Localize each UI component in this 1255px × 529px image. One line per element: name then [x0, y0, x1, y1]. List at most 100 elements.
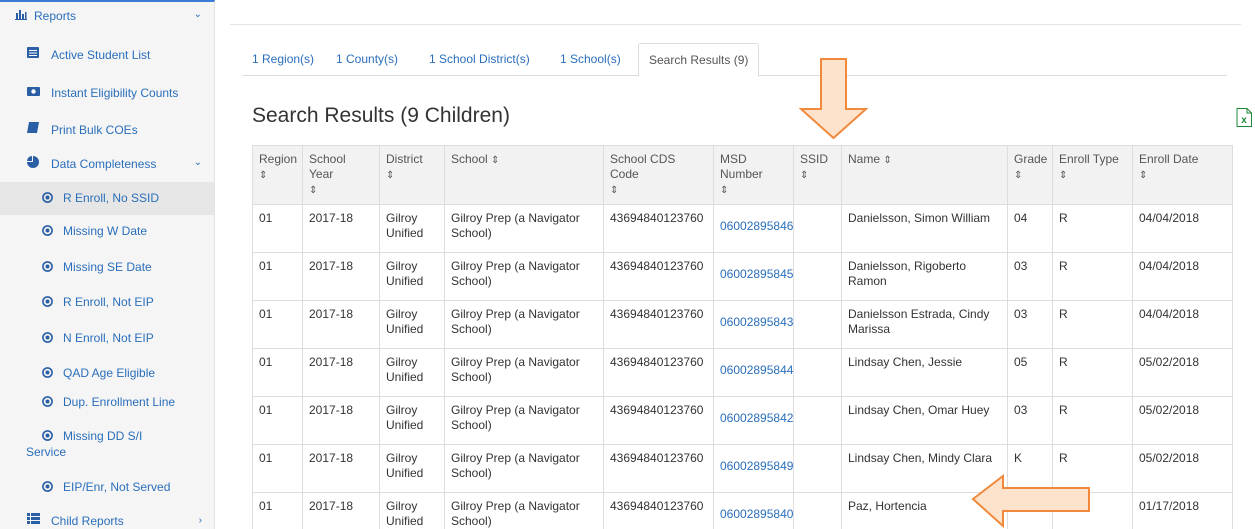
- column-header[interactable]: Region ⇕: [252, 145, 303, 205]
- tab-school-district[interactable]: 1 School District(s): [419, 43, 540, 76]
- sidebar-item-missing-se-date[interactable]: Missing SE Date: [0, 258, 214, 280]
- cell-type: R: [1052, 396, 1133, 445]
- chevron-down-icon: ⌄: [193, 157, 202, 168]
- cell-district: Gilroy Unified: [379, 348, 445, 397]
- cell-cds: 43694840123760: [603, 300, 714, 349]
- sidebar-item-label: Print Bulk COEs: [51, 123, 138, 137]
- excel-export-icon[interactable]: x: [1236, 108, 1252, 127]
- tab-search-results[interactable]: Search Results (9): [638, 43, 760, 77]
- radio-icon: [40, 225, 54, 241]
- column-header-label: Grade: [1014, 152, 1048, 166]
- msd-number-link[interactable]: 06002895849: [720, 459, 793, 473]
- cell-ssid: [793, 300, 842, 349]
- list-icon: [26, 47, 40, 63]
- table-row: 01 2017-18 Gilroy Unified Gilroy Prep (a Na…: [252, 204, 1233, 253]
- cell-grade: 03: [1007, 396, 1053, 445]
- cell-district: Gilroy Unified: [379, 396, 445, 445]
- msd-number-link[interactable]: 06002895842: [720, 411, 793, 425]
- cell-school: Gilroy Prep (a Navigator School): [444, 444, 604, 493]
- svg-text:x: x: [1241, 115, 1247, 126]
- cell-year: 2017-18: [302, 300, 380, 349]
- cell-cds: 43694840123760: [603, 396, 714, 445]
- tab-county[interactable]: 1 County(s): [326, 43, 408, 76]
- cell-name: Danielsson, Rigoberto Ramon: [841, 252, 1008, 301]
- cell-region: 01: [252, 204, 303, 253]
- column-header-label: SSID: [800, 152, 829, 166]
- column-header-label: School: [309, 152, 346, 166]
- column-header[interactable]: Enroll Date ⇕: [1132, 145, 1233, 205]
- results-table: Region ⇕ School Year ⇕ District ⇕ School ⇕ Schoo…: [252, 145, 1233, 529]
- tab-region[interactable]: 1 Region(s): [242, 43, 324, 76]
- sidebar-item-r-enroll-no-ssid[interactable]: R Enroll, No SSID: [0, 182, 214, 215]
- cell-cds: 43694840123760: [603, 492, 714, 529]
- sidebar-item-label: Active Student List: [51, 48, 151, 62]
- sort-icon[interactable]: ⇕: [610, 185, 618, 196]
- sidebar-item-qad-age-eligible[interactable]: QAD Age Eligible: [0, 364, 214, 386]
- cell-region: 01: [252, 396, 303, 445]
- cell-cds: 43694840123760: [603, 348, 714, 397]
- sort-icon[interactable]: ⇕: [883, 155, 891, 166]
- column-header[interactable]: MSD Number ⇕: [713, 145, 794, 205]
- sidebar-item-active-student-list[interactable]: Active Student List: [0, 45, 214, 67]
- cell-region: 01: [252, 300, 303, 349]
- sidebar-item-missing-w-date[interactable]: Missing W Date: [0, 222, 214, 244]
- column-header[interactable]: Grade ⇕: [1007, 145, 1053, 205]
- sidebar-item-label: Child Reports: [51, 514, 124, 528]
- sidebar-item-label: QAD Age Eligible: [63, 366, 156, 380]
- cell-ssid: [793, 348, 842, 397]
- sort-icon[interactable]: ⇕: [800, 170, 808, 181]
- column-header-label: Number: [720, 167, 763, 181]
- sort-icon[interactable]: ⇕: [491, 155, 499, 166]
- radio-icon: [40, 296, 54, 312]
- sort-icon[interactable]: ⇕: [309, 185, 317, 196]
- table-row: 01 2017-18 Gilroy Unified Gilroy Prep (a Na…: [252, 252, 1233, 301]
- sidebar-item-label: R Enroll, No SSID: [63, 191, 160, 205]
- column-header[interactable]: School CDS Code ⇕: [603, 145, 714, 205]
- cell-date: 04/04/2018: [1132, 252, 1233, 301]
- sidebar-item-r-enroll-not-eip[interactable]: R Enroll, Not EIP: [0, 293, 214, 315]
- cell-ssid: [793, 204, 842, 253]
- cell-ssid: [793, 252, 842, 301]
- msd-number-link[interactable]: 06002895844: [720, 363, 793, 377]
- msd-number-link[interactable]: 06002895845: [720, 267, 793, 281]
- sidebar-item-eip-enr-not-served[interactable]: EIP/Enr, Not Served: [0, 478, 214, 500]
- arrow-down-annotation: [799, 58, 869, 140]
- sort-icon[interactable]: ⇕: [1014, 170, 1022, 181]
- column-header[interactable]: School ⇕: [444, 145, 604, 205]
- sidebar-item-missing-dd-si-service[interactable]: Missing DD S/I Service: [0, 427, 214, 463]
- msd-number-link[interactable]: 06002895840: [720, 507, 793, 521]
- sidebar-item-print-bulk-coes[interactable]: Print Bulk COEs: [0, 119, 214, 141]
- arrow-left-annotation: [971, 474, 1090, 529]
- column-header[interactable]: SSID ⇕: [793, 145, 842, 205]
- table-row: 01 2017-18 Gilroy Unified Gilroy Prep (a Na…: [252, 348, 1233, 397]
- sort-icon[interactable]: ⇕: [1139, 170, 1147, 181]
- cell-date: 05/02/2018: [1132, 348, 1233, 397]
- column-header-label: Enroll Type: [1059, 152, 1119, 166]
- sidebar-item-instant-eligibility-counts[interactable]: Instant Eligibility Counts: [0, 83, 214, 105]
- cell-school: Gilroy Prep (a Navigator School): [444, 300, 604, 349]
- column-header[interactable]: Name ⇕: [841, 145, 1008, 205]
- column-header[interactable]: School Year ⇕: [302, 145, 380, 205]
- msd-number-link[interactable]: 06002895846: [720, 219, 793, 233]
- cell-grade: 03: [1007, 252, 1053, 301]
- cell-msd: 06002895849: [713, 444, 794, 493]
- column-header[interactable]: Enroll Type ⇕: [1052, 145, 1133, 205]
- column-header[interactable]: District ⇕: [379, 145, 445, 205]
- sort-icon[interactable]: ⇕: [1059, 170, 1067, 181]
- sort-icon[interactable]: ⇕: [259, 170, 267, 181]
- cell-type: R: [1052, 348, 1133, 397]
- cell-school: Gilroy Prep (a Navigator School): [444, 252, 604, 301]
- sort-icon[interactable]: ⇕: [386, 170, 394, 181]
- tab-school[interactable]: 1 School(s): [550, 43, 631, 76]
- sidebar-item-data-completeness[interactable]: Data Completeness ⌄: [0, 154, 214, 176]
- sort-icon[interactable]: ⇕: [720, 185, 728, 196]
- msd-number-link[interactable]: 06002895843: [720, 315, 793, 329]
- radio-icon: [40, 430, 54, 446]
- column-header-label: Name: [848, 152, 881, 166]
- sidebar-item-child-reports[interactable]: Child Reports ›: [0, 511, 214, 529]
- sidebar-item-dup-enrollment-line[interactable]: Dup. Enrollment Line: [0, 393, 214, 415]
- sidebar-item-reports[interactable]: Reports ⌄: [0, 6, 214, 28]
- sidebar-item-n-enroll-not-eip[interactable]: N Enroll, Not EIP: [0, 329, 214, 351]
- column-header-label: Year: [309, 167, 334, 181]
- cell-school: Gilroy Prep (a Navigator School): [444, 204, 604, 253]
